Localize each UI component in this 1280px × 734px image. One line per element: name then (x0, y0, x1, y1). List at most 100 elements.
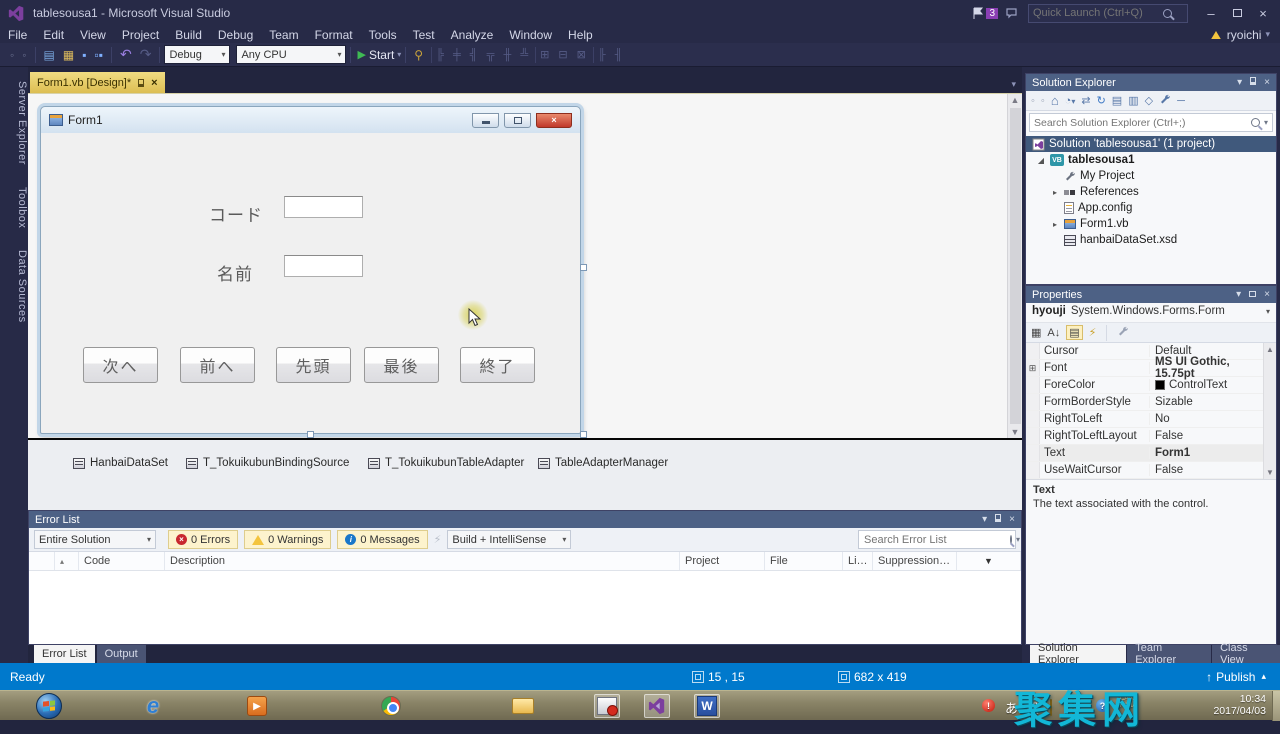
panel-maximize-icon[interactable] (1249, 289, 1256, 300)
taskbar-word-app[interactable]: W (694, 694, 720, 718)
form-label-code[interactable]: コード (209, 201, 263, 226)
collapsed-arrow-icon[interactable]: ▸ (1050, 220, 1060, 229)
panel-close-icon[interactable]: × (1264, 77, 1270, 88)
form-button-next[interactable]: 次へ (83, 347, 158, 383)
panel-pin-icon[interactable] (1250, 77, 1256, 88)
panel-menu-chevron-icon[interactable]: ▾ (982, 514, 987, 525)
panel-menu-chevron-icon[interactable]: ▾ (1236, 289, 1241, 300)
open-file-icon[interactable]: ▦ (59, 48, 78, 62)
component-table-adapter-manager[interactable]: TableAdapterManager (538, 457, 668, 469)
panel-pin-icon[interactable] (995, 514, 1001, 525)
error-scope-dropdown[interactable]: Entire Solution▾ (34, 530, 156, 549)
property-row[interactable]: UseWaitCursorFalse (1026, 462, 1263, 479)
taskbar-clock[interactable]: 10:34 2017/04/03 (1213, 693, 1266, 717)
resize-handle-bottom[interactable] (307, 431, 314, 438)
sort-column[interactable]: ▴ (55, 552, 79, 570)
categorized-icon[interactable]: ▦ (1031, 326, 1041, 339)
error-search-box[interactable]: ▾ (858, 530, 1016, 549)
preview-selected-icon[interactable]: ─ (1177, 95, 1185, 107)
expanded-arrow-icon[interactable]: ◢ (1036, 156, 1046, 165)
property-row[interactable]: RightToLeftNo (1026, 411, 1263, 428)
collapse-all-icon[interactable]: ▤ (1112, 94, 1122, 107)
search-chevron-icon[interactable]: ▾ (1016, 535, 1020, 544)
taskbar-chrome-icon[interactable] (378, 694, 404, 718)
menu-format[interactable]: Format (307, 27, 361, 43)
taskbar-media-player-icon[interactable]: ▶ (244, 694, 270, 718)
find-in-files-icon[interactable]: ⚲ (410, 48, 427, 62)
notification-badge[interactable]: 3 (986, 8, 998, 19)
start-debug-icon[interactable]: ▶ (357, 48, 365, 61)
object-selector-dropdown[interactable]: hyouji System.Windows.Forms.Form ▾ (1026, 303, 1276, 323)
form-button-prev[interactable]: 前へ (180, 347, 255, 383)
minimize-button[interactable]: – (1198, 4, 1224, 22)
user-name[interactable]: ryoichi (1227, 28, 1262, 42)
menu-analyze[interactable]: Analyze (443, 27, 502, 43)
column-project[interactable]: Project (680, 552, 765, 570)
show-all-files-icon[interactable]: ▥ (1128, 94, 1138, 107)
solution-explorer-header[interactable]: Solution Explorer ▾ × (1026, 74, 1276, 91)
column-description[interactable]: Description (165, 552, 680, 570)
tray-alert-icon[interactable]: ! (982, 699, 995, 712)
form-textbox-name[interactable] (284, 255, 363, 277)
send-feedback-icon[interactable] (1006, 7, 1020, 19)
start-button[interactable] (36, 693, 62, 719)
nav-forward-icon[interactable]: ◦ (18, 48, 30, 62)
new-file-icon[interactable]: ▤ (40, 48, 59, 62)
error-list-header[interactable]: Error List ▾ × (29, 511, 1021, 528)
menu-edit[interactable]: Edit (35, 27, 72, 43)
sidebar-tab-toolbox[interactable]: Toolbox (0, 179, 28, 236)
taskbar-recorder-app[interactable] (594, 694, 620, 718)
error-search-input[interactable] (864, 534, 1006, 546)
menu-build[interactable]: Build (167, 27, 210, 43)
tree-item-project[interactable]: ◢ VB tablesousa1 (1026, 152, 1276, 168)
solution-search-box[interactable]: ▾ (1029, 113, 1273, 132)
expand-icon[interactable]: ⊞ (1026, 360, 1040, 376)
menu-help[interactable]: Help (560, 27, 601, 43)
resize-handle-right[interactable] (580, 264, 587, 271)
nav-back-icon[interactable]: ◦ (6, 48, 18, 62)
severity-column[interactable] (29, 552, 55, 570)
menu-project[interactable]: Project (114, 27, 167, 43)
restore-button[interactable] (1224, 4, 1250, 22)
property-row[interactable]: ForeColor ControlText (1026, 377, 1263, 394)
properties-scrollbar[interactable]: ▲ ▼ (1263, 343, 1276, 479)
back-icon[interactable]: ◦ (1031, 95, 1035, 107)
sidebar-tab-server-explorer[interactable]: Server Explorer (0, 73, 28, 173)
designed-form-window[interactable]: Form1 × コード 名前 次へ 前へ 先頭 最後 終了 (40, 106, 581, 434)
solution-config-dropdown[interactable]: Debug▾ (164, 45, 230, 64)
sidebar-tab-data-sources[interactable]: Data Sources (0, 242, 28, 331)
tree-item-my-project[interactable]: My Project (1026, 168, 1276, 184)
column-code[interactable]: Code (79, 552, 165, 570)
property-row[interactable]: ⊞ FontMS UI Gothic, 15.75pt (1026, 360, 1263, 377)
form-button-first[interactable]: 先頭 (276, 347, 351, 383)
search-chevron-icon[interactable]: ▾ (1264, 118, 1268, 127)
panel-close-icon[interactable]: × (1009, 514, 1015, 525)
tree-item-app-config[interactable]: App.config (1026, 200, 1276, 216)
component-table-adapter[interactable]: T_TokuikubunTableAdapter (368, 457, 524, 469)
menu-file[interactable]: File (0, 27, 35, 43)
form-label-name[interactable]: 名前 (217, 260, 253, 285)
show-desktop-button[interactable] (1272, 691, 1280, 721)
menu-window[interactable]: Window (501, 27, 560, 43)
tab-class-view[interactable]: Class View (1212, 645, 1280, 663)
scroll-down-icon[interactable]: ▼ (1264, 468, 1276, 477)
taskbar-internet-explorer-icon[interactable]: e (140, 694, 166, 718)
save-icon[interactable]: ▪ (78, 48, 90, 62)
properties-view-icon[interactable]: ▤ (1066, 325, 1082, 340)
scroll-down-icon[interactable]: ▼ (1008, 427, 1022, 437)
platform-dropdown[interactable]: Any CPU▾ (236, 45, 346, 64)
alphabetical-sort-icon[interactable]: A↓ (1047, 327, 1060, 339)
tree-item-dataset-xsd[interactable]: hanbaiDataSet.xsd (1026, 232, 1276, 248)
tree-item-references[interactable]: ▸ References (1026, 184, 1276, 200)
column-line[interactable]: Li… (843, 552, 873, 570)
pending-changes-filter-icon[interactable]: ◔▾ (1065, 95, 1076, 107)
tree-item-solution[interactable]: Solution 'tablesousa1' (1 project) (1026, 136, 1276, 152)
tab-error-list[interactable]: Error List (34, 645, 95, 663)
pin-icon[interactable] (138, 79, 144, 87)
feedback-flag-icon[interactable] (972, 7, 984, 20)
form-textbox-code[interactable] (284, 196, 363, 218)
forward-icon[interactable]: ◦ (1041, 95, 1045, 107)
quick-launch-input[interactable] (1033, 7, 1163, 19)
start-button[interactable]: Start (369, 48, 394, 62)
close-button[interactable]: × (1250, 4, 1276, 22)
